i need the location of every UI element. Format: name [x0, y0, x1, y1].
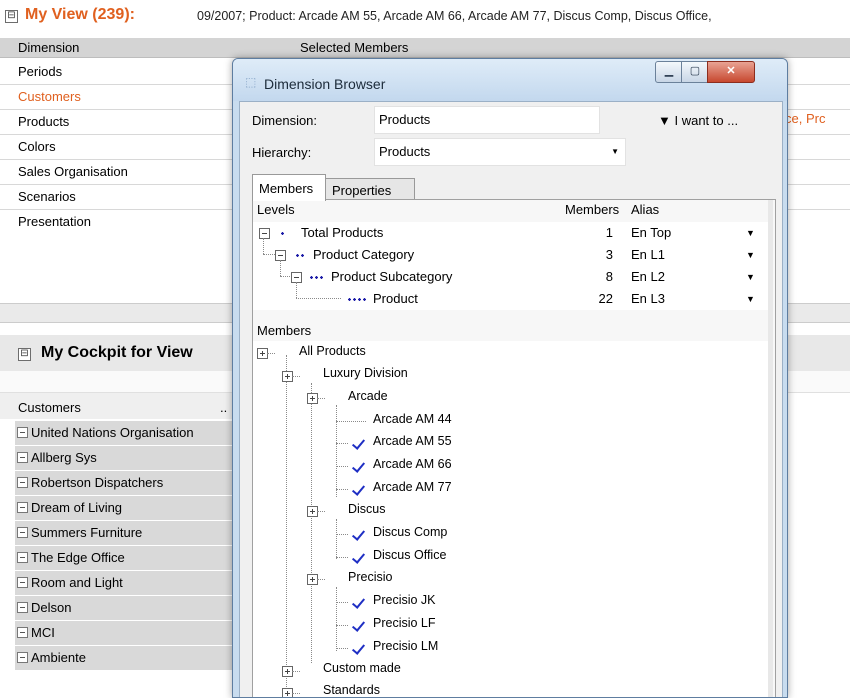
- tab-properties[interactable]: Properties: [325, 178, 415, 201]
- expand-icon[interactable]: [17, 577, 28, 588]
- tree-leaf-selected[interactable]: Arcade AM 66: [373, 457, 452, 471]
- alias-dropdown-icon[interactable]: ▼: [746, 294, 755, 304]
- customer-row[interactable]: Room and Light: [15, 571, 240, 596]
- minimize-button[interactable]: ▁: [655, 61, 683, 83]
- tree-leaf-selected[interactable]: Precisio LM: [373, 639, 438, 653]
- check-icon[interactable]: [352, 619, 366, 631]
- collapse-cockpit-icon[interactable]: ⊟: [18, 348, 31, 361]
- customer-row[interactable]: United Nations Organisation: [15, 421, 240, 446]
- customer-row[interactable]: Robertson Dispatchers: [15, 471, 240, 496]
- level-row[interactable]: Product Category 3 En L1 ▼: [253, 238, 773, 266]
- check-icon[interactable]: [352, 551, 366, 563]
- customers-header-label: Customers: [18, 400, 81, 415]
- check-icon[interactable]: [352, 596, 366, 608]
- view-title: My View (239):: [25, 6, 135, 23]
- tree-leaf-selected[interactable]: Arcade AM 55: [373, 434, 452, 448]
- alias-dropdown-icon[interactable]: ▼: [746, 272, 755, 282]
- dimension-table-header: Dimension Selected Members: [0, 38, 850, 58]
- app-icon: ⬚: [245, 75, 257, 89]
- customer-row[interactable]: Dream of Living: [15, 496, 240, 521]
- customer-row[interactable]: Summers Furniture: [15, 521, 240, 546]
- customer-row[interactable]: The Edge Office: [15, 546, 240, 571]
- tree-node-all-products[interactable]: All Products: [299, 344, 366, 358]
- alias-dropdown-icon[interactable]: ▼: [746, 228, 755, 238]
- tree-node-precisio[interactable]: Precisio: [348, 570, 392, 584]
- dimension-label: Dimension:: [252, 113, 318, 128]
- levels-members-header: Members: [565, 202, 620, 217]
- tree-leaf-selected[interactable]: Precisio JK: [373, 593, 436, 607]
- hierarchy-select[interactable]: Products ▼: [374, 138, 626, 166]
- hierarchy-label: Hierarchy:: [252, 145, 312, 160]
- check-icon[interactable]: [352, 483, 366, 495]
- collapse-icon[interactable]: [259, 228, 270, 239]
- expand-icon[interactable]: [17, 527, 28, 538]
- view-selection-summary: 09/2007; Product: Arcade AM 55, Arcade A…: [197, 9, 712, 23]
- expand-icon[interactable]: [17, 427, 28, 438]
- levels-alias-header: Alias: [631, 202, 660, 217]
- check-icon[interactable]: [352, 437, 366, 449]
- level-marker-icon: [347, 298, 366, 301]
- level-marker-icon: [295, 254, 304, 257]
- dialog-body: Dimension: Products ▼ I want to ... Hier…: [239, 101, 783, 697]
- level-marker-icon: [309, 276, 323, 279]
- check-icon[interactable]: [352, 642, 366, 654]
- members-tree: All Products Luxury Division Arcade Arca…: [253, 341, 773, 697]
- customer-row[interactable]: Ambiente: [15, 646, 240, 671]
- expand-icon[interactable]: [17, 452, 28, 463]
- members-section-header: Members: [257, 323, 312, 338]
- tab-members[interactable]: Members: [252, 174, 326, 201]
- tree-leaf-selected[interactable]: Discus Office: [373, 548, 446, 562]
- close-icon: ✕: [726, 65, 736, 77]
- dimension-browser-dialog: ⬚ Dimension Browser ▁ ▢ ✕ Dimension: Pro…: [232, 58, 788, 698]
- chevron-down-icon: ▼: [611, 147, 619, 156]
- view-header: ⊟ My View (239): 09/2007; Product: Arcad…: [0, 0, 850, 38]
- maximize-icon: ▢: [689, 65, 701, 77]
- tree-leaf-selected[interactable]: Arcade AM 77: [373, 480, 452, 494]
- cockpit-title: My Cockpit for View: [41, 344, 193, 361]
- maximize-button[interactable]: ▢: [681, 61, 709, 83]
- expand-icon[interactable]: [17, 627, 28, 638]
- vertical-scrollbar[interactable]: [768, 200, 773, 697]
- tree-leaf-selected[interactable]: Precisio LF: [373, 616, 436, 630]
- dialog-title: Dimension Browser: [264, 76, 386, 92]
- tree-node-luxury-division[interactable]: Luxury Division: [323, 366, 408, 380]
- expand-icon[interactable]: [17, 502, 28, 513]
- tree-node-discus[interactable]: Discus: [348, 502, 386, 516]
- tree-leaf-selected[interactable]: Discus Comp: [373, 525, 447, 539]
- customer-row[interactable]: MCI: [15, 621, 240, 646]
- customer-row[interactable]: Allberg Sys: [15, 446, 240, 471]
- column-selected-members: Selected Members: [300, 40, 409, 55]
- dialog-titlebar[interactable]: ⬚ Dimension Browser ▁ ▢ ✕: [233, 59, 787, 101]
- window-controls: ▁ ▢ ✕: [655, 61, 767, 83]
- expand-icon[interactable]: [17, 477, 28, 488]
- level-row[interactable]: Product 22 En L3 ▼: [253, 282, 773, 310]
- alias-dropdown-icon[interactable]: ▼: [746, 250, 755, 260]
- dimension-field[interactable]: Products: [374, 106, 600, 134]
- levels-header: Levels: [257, 202, 295, 217]
- customers-more-button[interactable]: ..: [220, 400, 227, 415]
- close-button[interactable]: ✕: [707, 61, 755, 83]
- i-want-to-menu[interactable]: ▼ I want to ...: [658, 113, 738, 128]
- check-icon[interactable]: [352, 460, 366, 472]
- level-row[interactable]: Product Subcategory 8 En L2 ▼: [253, 260, 773, 288]
- tree-leaf[interactable]: Arcade AM 44: [373, 412, 452, 426]
- collapse-view-icon[interactable]: ⊟: [5, 10, 18, 23]
- tree-node-custom-made[interactable]: Custom made: [323, 661, 401, 675]
- expand-icon[interactable]: [17, 652, 28, 663]
- customers-column-header: Customers ..: [0, 393, 240, 419]
- customer-row[interactable]: Delson: [15, 596, 240, 621]
- minimize-icon: ▁: [664, 65, 674, 77]
- tree-node-arcade[interactable]: Arcade: [348, 389, 388, 403]
- expand-icon[interactable]: [17, 602, 28, 613]
- members-tab-panel: Levels Members Alias Total Products 1 En…: [252, 199, 776, 697]
- products-selection-fragment: ce, Prc: [785, 111, 826, 126]
- expand-icon[interactable]: [17, 552, 28, 563]
- level-marker-icon: [280, 232, 284, 235]
- check-icon[interactable]: [352, 528, 366, 540]
- column-dimension: Dimension: [18, 40, 80, 55]
- tree-node-standards[interactable]: Standards: [323, 683, 380, 697]
- level-row[interactable]: Total Products 1 En Top ▼: [253, 222, 773, 244]
